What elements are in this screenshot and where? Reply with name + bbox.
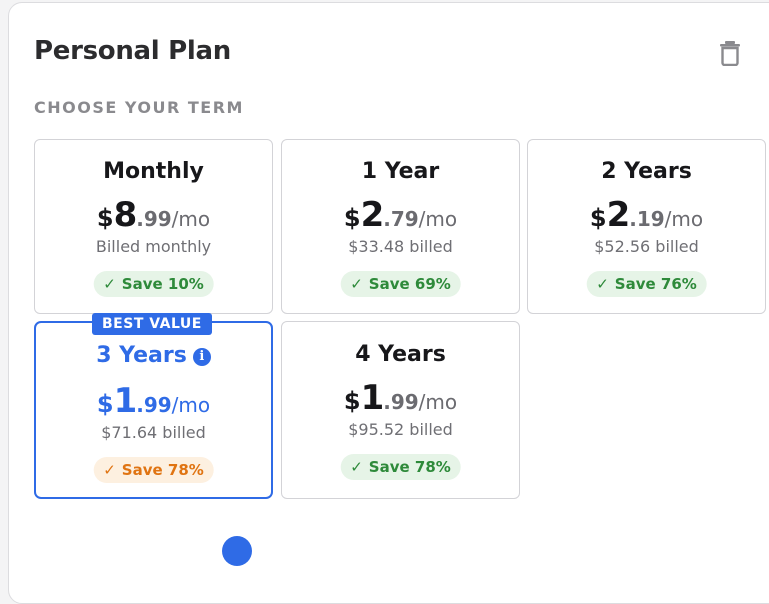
save-text: Save 69% xyxy=(368,275,451,293)
save-badge: ✓ Save 76% xyxy=(586,271,707,297)
price-whole: 2 xyxy=(360,195,385,235)
term-name: 3 Years i xyxy=(36,343,271,368)
term-name: 4 Years xyxy=(355,342,446,367)
check-icon: ✓ xyxy=(350,275,363,293)
save-badge: ✓ Save 78% xyxy=(340,454,461,480)
billed-text: $95.52 billed xyxy=(348,420,453,439)
term-card-3-years[interactable]: 3 Years i $1.99/mo $71.64 billed ✓ Save 78… xyxy=(34,321,273,499)
term-card-1-year[interactable]: 1 Year $2.79/mo $33.48 billed ✓ Save 69% xyxy=(281,139,520,314)
save-text: Save 78% xyxy=(121,461,204,479)
price-currency: $ xyxy=(589,204,607,232)
term-name-text: 3 Years xyxy=(96,343,187,368)
price-cents: .99 xyxy=(136,393,172,417)
price-cents: .79 xyxy=(383,207,419,231)
save-text: Save 10% xyxy=(121,275,204,293)
price-whole: 8 xyxy=(113,195,138,235)
term-name: 1 Year xyxy=(361,159,440,184)
term-price: $2.79/mo xyxy=(282,195,519,235)
term-price: $1.99/mo xyxy=(36,381,271,421)
term-name: 2 Years xyxy=(601,159,692,184)
price-currency: $ xyxy=(343,387,361,415)
price-currency: $ xyxy=(96,390,114,418)
price-whole: 1 xyxy=(360,378,385,418)
term-name: Monthly xyxy=(103,159,204,184)
billed-text: Billed monthly xyxy=(95,237,212,256)
step-indicator-dot xyxy=(222,536,252,566)
term-price: $2.19/mo xyxy=(528,195,765,235)
price-whole: 1 xyxy=(113,381,138,421)
price-whole: 2 xyxy=(606,195,631,235)
price-cents: .99 xyxy=(383,390,419,414)
price-currency: $ xyxy=(343,204,361,232)
billed-text: $52.56 billed xyxy=(594,237,699,256)
best-value-ribbon: BEST VALUE xyxy=(92,313,212,335)
billed-text: $71.64 billed xyxy=(101,423,206,442)
price-cents: .19 xyxy=(629,207,665,231)
term-price: $8.99/mo xyxy=(35,195,272,235)
save-badge: ✓ Save 10% xyxy=(93,271,214,297)
info-icon[interactable]: i xyxy=(192,348,211,366)
term-card-monthly[interactable]: Monthly $8.99/mo Billed monthly ✓ Save 10… xyxy=(34,139,273,314)
price-unit: /mo xyxy=(171,393,211,417)
save-badge: ✓ Save 78% xyxy=(93,457,214,483)
price-unit: /mo xyxy=(418,207,458,231)
save-text: Save 78% xyxy=(368,458,451,476)
price-unit: /mo xyxy=(171,207,211,231)
term-price: $1.99/mo xyxy=(282,378,519,418)
billed-text: $33.48 billed xyxy=(348,237,453,256)
price-cents: .99 xyxy=(136,207,172,231)
term-card-4-years[interactable]: 4 Years $1.99/mo $95.52 billed ✓ Save 78% xyxy=(281,321,520,499)
check-icon: ✓ xyxy=(350,458,363,476)
price-currency: $ xyxy=(96,204,114,232)
trash-icon[interactable] xyxy=(718,40,742,66)
save-badge: ✓ Save 69% xyxy=(340,271,461,297)
price-unit: /mo xyxy=(418,390,458,414)
save-text: Save 76% xyxy=(614,275,697,293)
term-card-2-years[interactable]: 2 Years $2.19/mo $52.56 billed ✓ Save 76% xyxy=(527,139,766,314)
check-icon: ✓ xyxy=(596,275,609,293)
check-icon: ✓ xyxy=(103,275,116,293)
check-icon: ✓ xyxy=(103,461,116,479)
plan-title: Personal Plan xyxy=(34,36,231,66)
choose-term-label: CHOOSE YOUR TERM xyxy=(34,98,244,117)
price-unit: /mo xyxy=(664,207,704,231)
